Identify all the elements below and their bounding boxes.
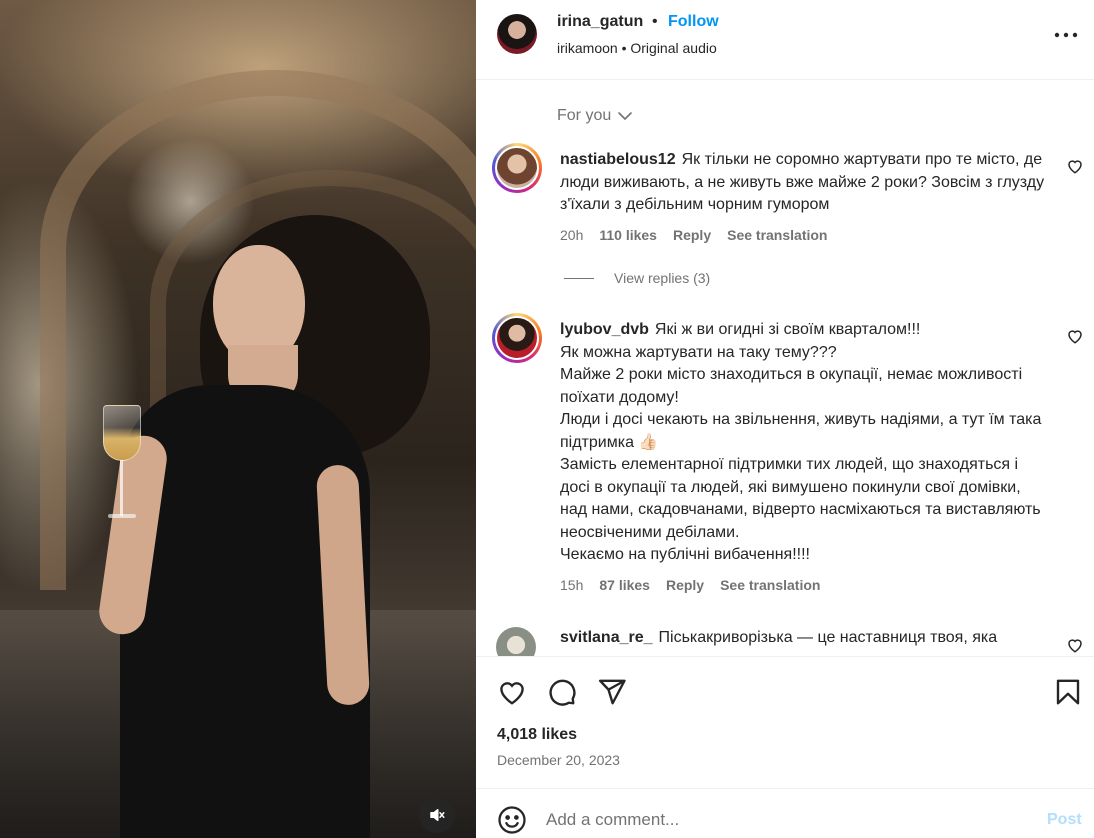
like-comment-heart-icon[interactable]: [1066, 636, 1084, 654]
comment-text-line: Які ж ви огидні зі своїм кварталом!!!: [654, 321, 921, 338]
commenter-avatar[interactable]: [492, 143, 542, 193]
wine-glass: [103, 405, 141, 461]
comment-meta: 15h 87 likes Reply See translation: [560, 577, 820, 593]
comment-likes[interactable]: 87 likes: [599, 577, 650, 593]
commenter-avatar[interactable]: [492, 313, 542, 363]
reply-button[interactable]: Reply: [673, 227, 711, 243]
comment-text-line: Люди і досі чекають на звільнення, живут…: [560, 411, 1042, 451]
share-icon[interactable]: [597, 677, 627, 707]
commenter-avatar-image: [495, 146, 539, 190]
comment-username[interactable]: svitlana_re_: [560, 629, 653, 646]
more-horizontal-icon[interactable]: [1052, 24, 1080, 46]
comments-list[interactable]: For you nastiabelous12 Як тільки не сором…: [476, 81, 1094, 656]
woman-in-black-dress: [90, 205, 430, 838]
save-bookmark-icon[interactable]: [1053, 677, 1083, 707]
post-date: December 20, 2023: [497, 752, 620, 768]
comment-icon[interactable]: [547, 677, 577, 707]
post-video[interactable]: [0, 0, 476, 838]
post-comment-button[interactable]: Post: [1047, 811, 1082, 829]
follow-button[interactable]: Follow: [668, 13, 719, 31]
comment-meta: 20h 110 likes Reply See translation: [560, 227, 827, 243]
speaker-muted-icon: [430, 809, 445, 821]
emoji-icon[interactable]: [497, 805, 527, 835]
view-replies-label: View replies (3): [614, 270, 711, 286]
comment-body: nastiabelous12 Як тільки не соромно жарту…: [560, 149, 1050, 217]
heart-icon[interactable]: [497, 677, 527, 707]
comment-body: lyubov_dvb Які ж ви огидні зі своїм кварт…: [560, 319, 1050, 567]
author-avatar[interactable]: [497, 14, 537, 54]
comment-text-line: Чекаємо на публічні вибачення!!!!: [560, 546, 810, 563]
comment-text-line: Замість елементарної підтримки тих людей…: [560, 456, 1041, 541]
commenter-avatar[interactable]: [496, 627, 536, 656]
commenter-avatar-image: [495, 316, 539, 360]
comment-sort-label: For you: [557, 107, 612, 124]
comment-text: Піськакриворізька — це наставниця твоя, …: [658, 629, 998, 646]
chevron-down-icon: [618, 112, 633, 120]
separator-dot: •: [652, 13, 658, 30]
like-comment-heart-icon[interactable]: [1066, 327, 1084, 345]
comment-body: svitlana_re_ Піськакриворізька — це наста…: [560, 627, 1050, 650]
comment-sort-dropdown[interactable]: For you: [557, 107, 633, 125]
see-translation-button[interactable]: See translation: [727, 227, 827, 243]
comment-username[interactable]: nastiabelous12: [560, 151, 676, 168]
view-replies-line: [564, 277, 594, 279]
see-translation-button[interactable]: See translation: [720, 577, 820, 593]
audio-attribution[interactable]: irikamoon • Original audio: [557, 40, 717, 56]
wine-glass-foot: [108, 514, 136, 518]
comment-input[interactable]: [546, 803, 1026, 837]
post-actions-bar: [476, 656, 1094, 726]
comment-time: 15h: [560, 577, 584, 593]
comment-text-line: Як можна жартувати на таку тему???: [560, 343, 837, 361]
author-username[interactable]: irina_gatun: [557, 13, 643, 31]
post-header: irina_gatun • Follow irikamoon • Origina…: [476, 0, 1094, 80]
comment-likes[interactable]: 110 likes: [599, 227, 657, 243]
wine-glass-stem: [120, 460, 123, 516]
comment-text-line: Майже 2 роки місто знаходиться в окупаці…: [560, 366, 1023, 406]
view-replies-button[interactable]: View replies (3): [564, 270, 710, 286]
reply-button[interactable]: Reply: [666, 577, 704, 593]
audio-muted-button[interactable]: [419, 797, 455, 833]
add-comment-bar: Post: [476, 788, 1094, 838]
like-comment-heart-icon[interactable]: [1066, 157, 1084, 175]
comment-time: 20h: [560, 227, 584, 243]
post-detail-panel: irina_gatun • Follow irikamoon • Origina…: [476, 0, 1094, 838]
post-likes-count[interactable]: 4,018 likes: [497, 726, 577, 744]
comment-username[interactable]: lyubov_dvb: [560, 321, 649, 338]
